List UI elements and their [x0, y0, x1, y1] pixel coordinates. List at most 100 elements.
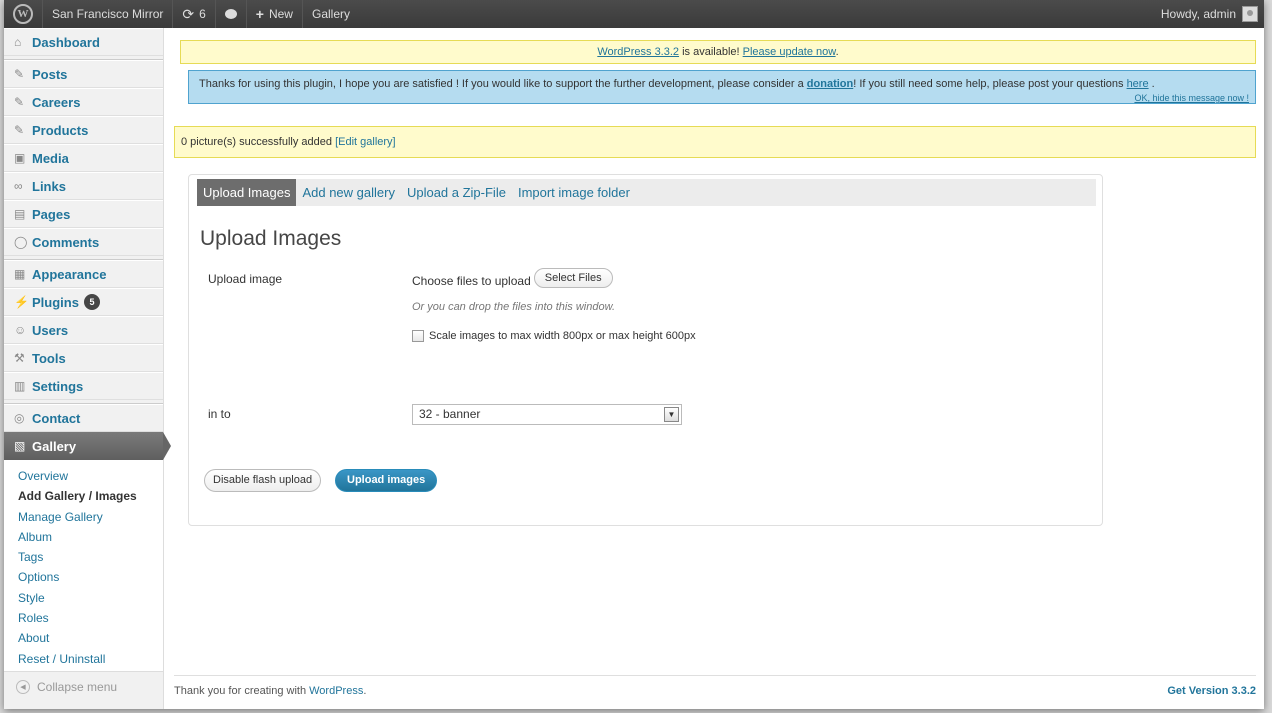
update-nag: WordPress 3.3.2 is available! Please upd… — [180, 40, 1256, 64]
collapse-menu-button[interactable]: ◀ Collapse menu — [4, 672, 163, 702]
update-now-link[interactable]: Please update now — [743, 46, 836, 58]
here-link[interactable]: here — [1127, 78, 1149, 90]
upload-images-button[interactable]: Upload images — [335, 469, 438, 492]
sidebar-item-label: Plugins — [32, 294, 79, 310]
upload-panel: Upload Images Add new gallery Upload a Z… — [188, 174, 1103, 526]
plugin-text-2: ! If you still need some help, please po… — [853, 78, 1127, 90]
pages-icon: ▤ — [14, 207, 26, 221]
scale-images-label: Scale images to max width 800px or max h… — [429, 330, 696, 342]
wp-logo-menu[interactable]: W — [4, 0, 43, 28]
sidebar-item-links[interactable]: ∞ Links — [4, 172, 163, 200]
sidebar-item-settings[interactable]: ▥ Settings — [4, 372, 163, 400]
comment-icon: ◯ — [14, 235, 28, 249]
collapse-label: Collapse menu — [37, 679, 118, 694]
sidebar-item-label: Appearance — [32, 266, 107, 282]
hide-message-link[interactable]: OK, hide this message now ! — [1134, 93, 1249, 103]
pin-icon: ✎ — [14, 123, 25, 137]
tab-import-folder[interactable]: Import image folder — [512, 179, 636, 206]
footer-text: Thank you for creating with — [174, 684, 310, 697]
admin-bar: W San Francisco Mirror ⟳ 6 + New Gallery… — [4, 0, 1264, 28]
tab-add-new-gallery[interactable]: Add new gallery — [296, 179, 401, 206]
sidebar-item-comments[interactable]: ◯ Comments — [4, 228, 163, 256]
sidebar-item-tools[interactable]: ⚒ Tools — [4, 344, 163, 372]
tab-upload-zip[interactable]: Upload a Zip-File — [401, 179, 512, 206]
plugin-updates-badge: 5 — [83, 294, 100, 310]
submenu-album[interactable]: Album — [4, 527, 163, 547]
sidebar-item-products[interactable]: ✎ Products — [4, 116, 163, 144]
sidebar-item-pages[interactable]: ▤ Pages — [4, 200, 163, 228]
drop-hint: Or you can drop the files into this wind… — [412, 301, 615, 313]
sidebar-item-gallery[interactable]: ▧ Gallery — [4, 432, 171, 460]
upload-result-notice: 0 picture(s) successfully added [Edit ga… — [174, 126, 1256, 158]
scale-images-checkbox[interactable] — [412, 330, 424, 342]
footer-end: . — [363, 684, 367, 697]
sidebar-item-label: Users — [32, 322, 69, 338]
gallery-icon: ▧ — [14, 439, 26, 453]
gallery-menu[interactable]: Gallery — [303, 0, 359, 28]
footer-credit: Thank you for creating with WordPress. — [174, 685, 366, 697]
choose-files-label: Choose files to upload — [412, 273, 531, 288]
avatar — [1242, 6, 1258, 22]
updates-count: 6 — [199, 7, 206, 21]
submenu-manage-gallery[interactable]: Manage Gallery — [4, 507, 163, 527]
settings-icon: ▥ — [14, 379, 26, 393]
update-end: . — [835, 46, 839, 58]
howdy-text: Howdy, admin — [1160, 7, 1236, 21]
submenu-add-gallery-images[interactable]: Add Gallery / Images — [4, 486, 163, 506]
home-icon: ⌂ — [14, 35, 22, 49]
sidebar-item-label: Careers — [32, 94, 81, 110]
submenu-style[interactable]: Style — [4, 588, 163, 608]
comments-link[interactable] — [216, 0, 247, 28]
footer: Thank you for creating with WordPress. G… — [174, 675, 1256, 705]
dropdown-arrow-icon: ▼ — [664, 407, 679, 422]
submenu-overview[interactable]: Overview — [4, 466, 163, 486]
update-text: is available! — [679, 46, 743, 58]
sidebar-item-dashboard[interactable]: ⌂ Dashboard — [4, 28, 163, 56]
sidebar-item-label: Products — [32, 122, 89, 138]
submenu-about[interactable]: About — [4, 628, 163, 648]
submenu-roles[interactable]: Roles — [4, 608, 163, 628]
scale-images-row: Scale images to max width 800px or max h… — [412, 330, 696, 342]
sidebar-item-contact[interactable]: ◎ Contact — [4, 404, 163, 432]
my-account-menu[interactable]: Howdy, admin — [1161, 6, 1264, 22]
sidebar-item-label: Contact — [32, 410, 81, 426]
edit-gallery-link[interactable]: [Edit gallery] — [335, 136, 396, 148]
page-title: Upload Images — [200, 227, 342, 250]
sidebar-item-label: Tools — [32, 350, 66, 366]
sidebar-item-plugins[interactable]: ⚡ Plugins 5 — [4, 288, 163, 316]
gallery-select-value: 32 - banner — [419, 407, 481, 421]
tab-upload-images[interactable]: Upload Images — [197, 179, 297, 206]
sidebar-item-media[interactable]: ▣ Media — [4, 144, 163, 172]
sidebar-item-label: Links — [32, 178, 66, 194]
plugin-text-1: Thanks for using this plugin, I hope you… — [199, 78, 807, 90]
sidebar-item-posts[interactable]: ✎ Posts — [4, 60, 163, 88]
plus-icon: + — [255, 6, 264, 22]
choose-files-row: Choose files to upload Select Files — [412, 268, 613, 288]
upload-tabs: Upload Images Add new gallery Upload a Z… — [197, 179, 1096, 206]
users-icon: ☺ — [14, 323, 27, 337]
wordpress-link[interactable]: WordPress — [309, 685, 363, 697]
updates-link[interactable]: ⟳ 6 — [173, 0, 216, 28]
sidebar-item-label: Dashboard — [32, 34, 100, 50]
select-files-button[interactable]: Select Files — [533, 268, 613, 288]
submenu-tags[interactable]: Tags — [4, 547, 163, 567]
disable-flash-button[interactable]: Disable flash upload — [204, 469, 322, 492]
submenu-reset-uninstall[interactable]: Reset / Uninstall — [4, 649, 163, 669]
wordpress-logo-icon: W — [13, 4, 33, 24]
sidebar-item-appearance[interactable]: ▦ Appearance — [4, 260, 163, 288]
tools-icon: ⚒ — [14, 351, 25, 365]
site-name-link[interactable]: San Francisco Mirror — [43, 0, 174, 28]
pin-icon: ✎ — [14, 95, 25, 109]
gallery-select[interactable]: 32 - banner ▼ — [412, 404, 682, 425]
link-icon: ∞ — [14, 179, 23, 193]
comment-bubble-icon — [224, 9, 237, 19]
sidebar-item-users[interactable]: ☺ Users — [4, 316, 163, 344]
browser-frame: W San Francisco Mirror ⟳ 6 + New Gallery… — [4, 0, 1264, 709]
wordpress-version-link[interactable]: WordPress 3.3.2 — [597, 46, 679, 58]
get-version-link[interactable]: Get Version 3.3.2 — [1167, 685, 1256, 697]
new-content-menu[interactable]: + New — [247, 0, 303, 28]
donation-link[interactable]: donation — [807, 78, 853, 90]
new-label: New — [268, 7, 293, 21]
submenu-options[interactable]: Options — [4, 567, 163, 587]
sidebar-item-careers[interactable]: ✎ Careers — [4, 88, 163, 116]
